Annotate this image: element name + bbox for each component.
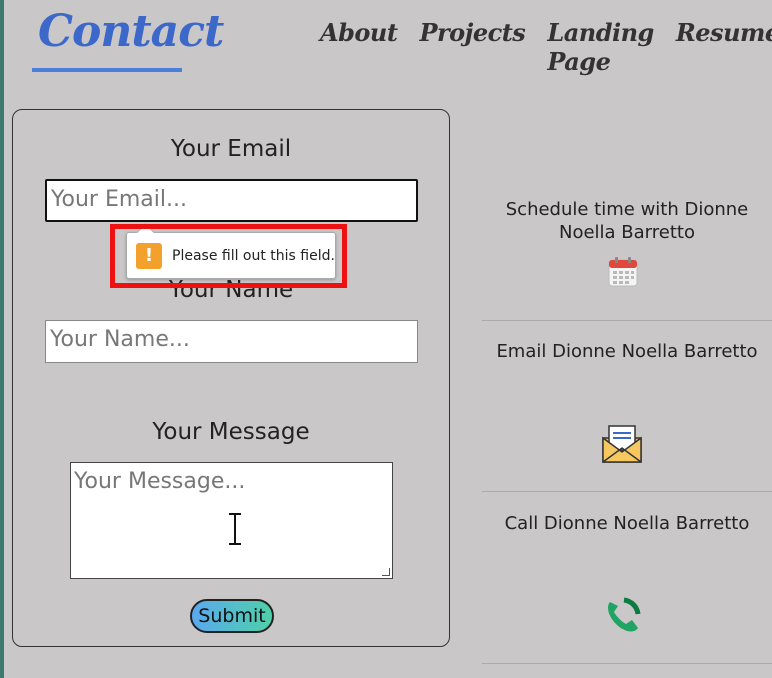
call-option-label: Call Dionne Noella Barretto xyxy=(504,513,750,534)
nav-resume[interactable]: Resume xyxy=(676,18,772,76)
email-field[interactable]: Your Email... xyxy=(45,179,418,222)
message-placeholder: Your Message... xyxy=(74,469,246,494)
submit-button[interactable]: Submit xyxy=(190,599,274,633)
divider xyxy=(482,491,772,492)
divider xyxy=(482,320,772,321)
message-field[interactable]: Your Message... xyxy=(70,462,393,579)
contact-form: Your Email Your Email... Your Name Your … xyxy=(12,109,450,647)
nav-about[interactable]: About xyxy=(320,18,398,76)
envelope-icon[interactable] xyxy=(601,424,643,464)
main-nav: About Projects Landing Page Resume xyxy=(320,18,772,76)
name-field[interactable]: Your Name... xyxy=(45,320,418,363)
nav-projects[interactable]: Projects xyxy=(419,18,525,76)
schedule-label: Schedule time with Dionne Noella Barrett… xyxy=(505,199,749,243)
text-cursor-icon xyxy=(229,513,241,545)
message-label: Your Message xyxy=(152,419,310,445)
calendar-icon[interactable] xyxy=(607,256,639,288)
resize-handle[interactable] xyxy=(382,568,390,576)
highlight-box xyxy=(110,224,347,288)
page-title[interactable]: Contact xyxy=(38,6,224,57)
divider xyxy=(482,663,772,664)
email-option-label: Email Dionne Noella Barretto xyxy=(496,341,758,362)
active-underline xyxy=(32,68,182,72)
email-option[interactable]: Email Dionne Noella Barretto xyxy=(482,340,772,363)
page-edge xyxy=(0,0,4,678)
nav-landing-page[interactable]: Landing Page xyxy=(547,18,654,76)
schedule-option[interactable]: Schedule time with Dionne Noella Barrett… xyxy=(482,198,772,244)
phone-icon[interactable] xyxy=(602,596,642,636)
call-option[interactable]: Call Dionne Noella Barretto xyxy=(482,512,772,535)
email-label: Your Email xyxy=(170,136,292,162)
